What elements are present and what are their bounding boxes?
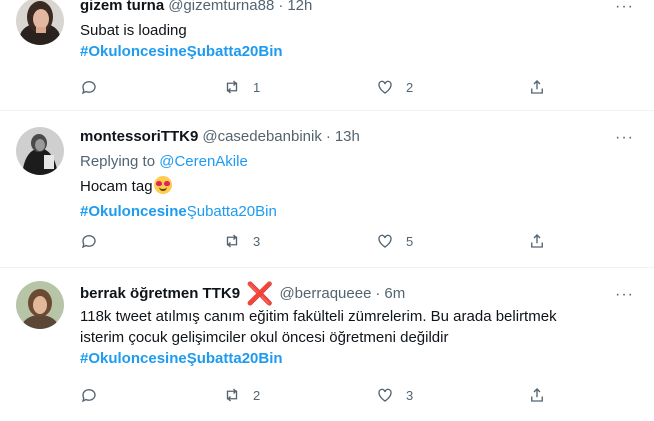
- reply-button[interactable]: [80, 78, 98, 96]
- tweet-actions: 2 3: [80, 386, 560, 408]
- more-icon[interactable]: ···: [615, 129, 634, 147]
- separator-dot: ·: [278, 0, 284, 14]
- tweet-text: Subat is loading #OkuloncesineŞubatta20B…: [80, 20, 640, 62]
- like-icon: [378, 80, 392, 94]
- like-icon: [378, 388, 392, 402]
- display-name[interactable]: berrak öğretmen TTK9: [80, 285, 240, 302]
- share-button[interactable]: [528, 386, 546, 404]
- mention-link[interactable]: @CerenAkile: [159, 153, 248, 170]
- tweet-line: isterim çocuk gelişimciler okul öncesi ö…: [80, 329, 449, 346]
- tweet-line: 118k tweet atılmış canım eğitim fakültel…: [80, 308, 557, 325]
- more-icon[interactable]: ···: [615, 286, 634, 304]
- tweet-text: 118k tweet atılmış canım eğitim fakültel…: [80, 306, 640, 369]
- display-name[interactable]: montessoriTTK9: [80, 128, 198, 145]
- timestamp[interactable]: 13h: [335, 128, 360, 145]
- heart-eyes-emoji: [153, 176, 172, 194]
- retweet-count: 2: [253, 387, 261, 403]
- retweet-icon: [226, 80, 238, 94]
- user-handle[interactable]: @berraqueee: [279, 285, 371, 302]
- tweet-text: Replying to @CerenAkile Hocam tag #Okulo…: [80, 151, 640, 222]
- timestamp[interactable]: 6m: [384, 285, 405, 302]
- separator-dot: ·: [375, 285, 381, 302]
- like-button[interactable]: 5: [376, 232, 413, 250]
- reply-icon: [81, 235, 96, 249]
- share-button[interactable]: [528, 78, 546, 96]
- tweet-header: berrak öğretmen TTK9 ❌ @berraqueee · 6m: [80, 281, 405, 306]
- retweet-icon: [226, 234, 238, 248]
- replying-to: Replying to @CerenAkile: [80, 151, 640, 172]
- hashtag-link[interactable]: #OkuloncesineŞubatta20Bin: [80, 201, 640, 222]
- tweet-line: Hocam tag: [80, 176, 640, 197]
- reply-button[interactable]: [80, 232, 98, 250]
- timestamp[interactable]: 12h: [287, 0, 312, 14]
- tweet-actions: 1 2: [80, 78, 560, 100]
- retweet-count: 1: [253, 79, 261, 95]
- hashtag-light-part: Şubatta20Bin: [186, 203, 277, 220]
- retweet-button[interactable]: 2: [223, 386, 260, 404]
- reply-icon: [81, 389, 96, 403]
- retweet-button[interactable]: 1: [223, 78, 260, 96]
- tweet-2[interactable]: montessoriTTK9 @casedebanbinik · 13h ···…: [0, 111, 654, 268]
- replying-label: Replying to: [80, 153, 156, 170]
- tweet-actions: 3 5: [80, 232, 560, 254]
- like-icon: [378, 234, 392, 248]
- avatar[interactable]: [16, 281, 64, 329]
- retweet-count: 3: [253, 233, 261, 249]
- reply-icon: [81, 81, 96, 95]
- retweet-button[interactable]: 3: [223, 232, 260, 250]
- like-count: 2: [406, 79, 414, 95]
- like-count: 5: [406, 233, 414, 249]
- tweet-line-text: Hocam tag: [80, 178, 153, 195]
- tweet-line: Subat is loading: [80, 22, 187, 39]
- tweet-header: montessoriTTK9 @casedebanbinik · 13h: [80, 128, 360, 145]
- like-button[interactable]: 2: [376, 78, 413, 96]
- hashtag-bold-part: #Okuloncesine: [80, 203, 187, 220]
- avatar[interactable]: [16, 0, 64, 45]
- cross-mark-emoji: ❌: [246, 281, 274, 306]
- like-button[interactable]: 3: [376, 386, 413, 404]
- share-button[interactable]: [528, 232, 546, 250]
- share-icon: [531, 388, 543, 402]
- share-icon: [531, 80, 543, 94]
- retweet-icon: [226, 388, 238, 402]
- tweet-1[interactable]: gizem turna @gizemturna88 · 12h ··· Suba…: [0, 0, 654, 111]
- display-name[interactable]: gizem turna: [80, 0, 164, 14]
- hashtag-link[interactable]: #OkuloncesineŞubatta20Bin: [80, 348, 640, 369]
- like-count: 3: [406, 387, 414, 403]
- more-icon[interactable]: ···: [615, 0, 634, 16]
- tweet-3[interactable]: berrak öğretmen TTK9 ❌ @berraqueee · 6m …: [0, 268, 654, 421]
- user-handle[interactable]: @gizemturna88: [168, 0, 274, 14]
- avatar[interactable]: [16, 127, 64, 175]
- share-icon: [531, 234, 543, 248]
- user-handle[interactable]: @casedebanbinik: [202, 128, 321, 145]
- hashtag-link[interactable]: #OkuloncesineŞubatta20Bin: [80, 41, 640, 62]
- tweet-header: gizem turna @gizemturna88 · 12h: [80, 0, 312, 14]
- reply-button[interactable]: [80, 386, 98, 404]
- separator-dot: ·: [325, 128, 331, 145]
